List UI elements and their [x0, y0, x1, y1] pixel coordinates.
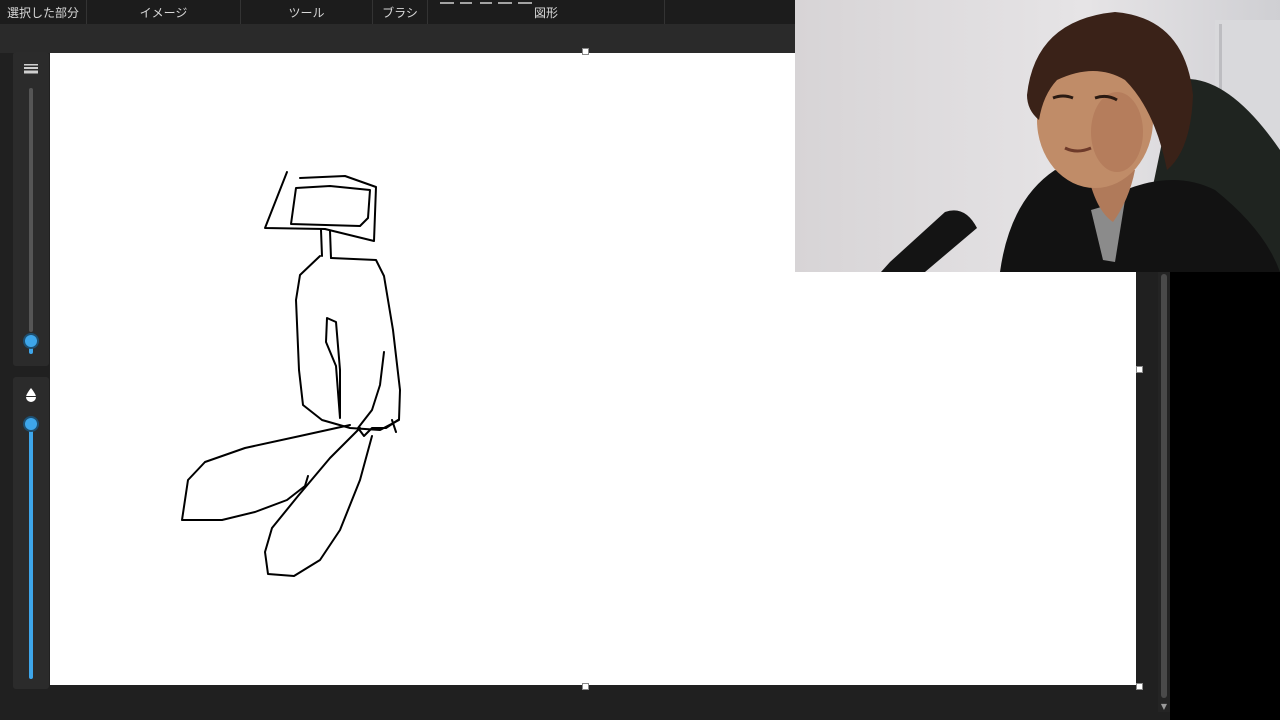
brush-size-icon	[22, 60, 40, 78]
resize-handle-bottom[interactable]	[582, 683, 589, 690]
ribbon-group-tools[interactable]: ツール	[241, 0, 373, 24]
sketch-arm	[325, 317, 341, 419]
ribbon-label-shapes: 図形	[533, 5, 558, 20]
vertical-scrollbar[interactable]: ▼	[1158, 272, 1170, 712]
vertical-scrollbar-thumb[interactable]	[1161, 274, 1167, 698]
sketch-neck	[320, 229, 332, 259]
webcam-overlay	[795, 0, 1280, 272]
scroll-down-arrow-icon[interactable]: ▼	[1158, 700, 1170, 712]
opacity-fill	[29, 427, 33, 679]
opacity-panel	[13, 377, 49, 689]
sketch-head-screen	[290, 185, 371, 227]
resize-handle-right[interactable]	[1136, 366, 1143, 373]
brush-size-track[interactable]	[29, 88, 33, 332]
background-black-area	[1170, 272, 1280, 720]
opacity-drop-icon	[22, 386, 40, 404]
resize-handle-top[interactable]	[582, 48, 589, 55]
ribbon-label-brushes: ブラシ	[382, 5, 418, 20]
sketch-hand	[357, 351, 399, 437]
opacity-thumb[interactable]	[25, 418, 37, 430]
brush-size-thumb[interactable]	[25, 335, 37, 347]
webcam-image	[795, 0, 1280, 272]
ribbon: 選択した部分 イメージ ツール ブラシ 図形	[0, 0, 795, 25]
ribbon-group-image[interactable]: イメージ	[87, 0, 241, 24]
ribbon-label-image: イメージ	[139, 5, 188, 20]
paint-app-window: 選択した部分 イメージ ツール ブラシ 図形 ▼	[0, 0, 1280, 720]
sketch-leg-left	[181, 424, 351, 521]
ribbon-group-brushes[interactable]: ブラシ	[373, 0, 428, 24]
ribbon-group-selection[interactable]: 選択した部分	[0, 0, 87, 24]
resize-handle-corner[interactable]	[1136, 683, 1143, 690]
brush-size-panel	[13, 52, 49, 366]
shapes-gallery-strip-icon	[440, 2, 532, 4]
ribbon-label-tools: ツール	[288, 5, 325, 20]
sketch-body	[295, 255, 401, 431]
ribbon-label-selection: 選択した部分	[6, 5, 79, 20]
ribbon-band	[0, 25, 795, 53]
